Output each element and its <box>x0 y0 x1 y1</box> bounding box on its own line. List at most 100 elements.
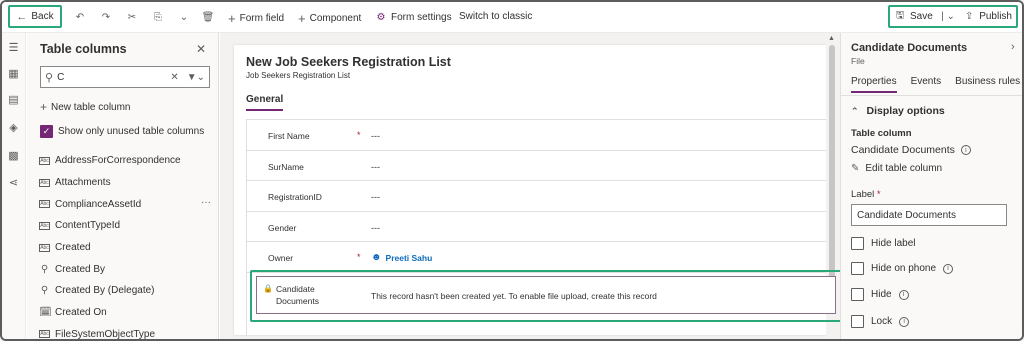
close-icon[interactable]: ✕ <box>196 42 206 56</box>
label-input[interactable]: Candidate Documents <box>851 204 1007 226</box>
column-label: ComplianceAssetId <box>55 198 142 210</box>
left-rail: ☰ ▦ ▤ ◈ ▩ ⋖ <box>2 33 26 339</box>
tab-properties[interactable]: Properties <box>851 76 897 93</box>
owner-value[interactable]: ☻ Preeti Sahu <box>371 252 432 263</box>
candidate-label: 🔒 Candidate Documents <box>263 283 319 307</box>
checkmark-icon: ✓ <box>40 125 53 138</box>
field-candidate-documents[interactable]: 🔒 Candidate Documents This record hasn't… <box>256 276 836 314</box>
list-item[interactable]: Abc AddressForCorrespondence <box>39 150 215 172</box>
hide-label-checkbox[interactable]: Hide label <box>851 237 915 250</box>
field-first-name[interactable]: First Name * --- <box>247 120 827 151</box>
save-icon: 🖫 <box>895 10 905 21</box>
info-icon[interactable]: i <box>899 316 910 327</box>
label-line-1: Candidate <box>275 284 315 294</box>
chevron-right-icon[interactable]: › <box>1011 41 1015 53</box>
switch-classic-button[interactable]: Switch to classic <box>459 11 532 22</box>
publish-button[interactable]: ⇪ Publish <box>963 11 1012 23</box>
scrollbar-thumb[interactable] <box>829 45 835 288</box>
app-window: ← Back ↶ ↷ ✂ ⎘ ⌄ 🗑 + Form field + Compon… <box>0 0 1024 341</box>
text-field-icon: Abc <box>39 178 50 187</box>
paste-button[interactable]: ⎘ <box>152 11 164 23</box>
scroll-up-icon[interactable]: ▲ <box>828 35 835 42</box>
cut-button[interactable]: ✂ <box>126 11 138 23</box>
paste-dropdown[interactable]: ⌄ <box>178 11 190 23</box>
list-item[interactable]: 🗓 Created On <box>39 302 215 324</box>
command-bar: ← Back ↶ ↷ ✂ ⎘ ⌄ 🗑 + Form field + Compon… <box>2 2 1022 33</box>
text-field-icon: Abc <box>39 243 50 252</box>
arrow-left-icon: ← <box>16 10 28 23</box>
back-button[interactable]: ← Back <box>8 5 62 28</box>
edit-table-column-link[interactable]: ✎ Edit table column <box>851 163 942 174</box>
plus-icon: + <box>228 11 236 26</box>
lookup-icon: ⚲ <box>40 285 49 297</box>
upload-message: This record hasn't been created yet. To … <box>371 291 657 301</box>
text-field-icon: Abc <box>39 221 50 230</box>
form-libraries-icon[interactable]: ▩ <box>7 149 20 162</box>
column-label: Created By (Delegate) <box>55 285 155 297</box>
publish-icon: ⇪ <box>964 11 974 22</box>
form-field-button[interactable]: + Form field <box>228 11 284 26</box>
field-surname[interactable]: SurName --- <box>247 151 827 181</box>
field-gender[interactable]: Gender --- <box>247 212 827 242</box>
checkbox-label: Hide <box>871 289 892 300</box>
field-value: --- <box>371 192 380 202</box>
checkbox-box <box>851 262 864 275</box>
checkbox-label: Hide on phone <box>871 263 937 274</box>
paste-icon: ⎘ <box>154 11 162 23</box>
lock-checkbox[interactable]: Lock i <box>851 315 910 328</box>
field-registration-id[interactable]: RegistrationID --- <box>247 181 827 212</box>
undo-button[interactable]: ↶ <box>74 11 86 23</box>
list-item[interactable]: Abc FileSystemObjectType <box>39 324 215 339</box>
display-options-header[interactable]: ⌃ Display options <box>851 105 945 117</box>
search-icon: ⚲ <box>45 71 54 84</box>
label-caption: Label * <box>851 189 881 200</box>
panel-title: Table columns <box>40 42 127 56</box>
tab-events[interactable]: Events <box>911 76 942 93</box>
save-button[interactable]: 🖫 Save <box>894 10 933 23</box>
hide-checkbox[interactable]: Hide i <box>851 288 909 301</box>
components-icon[interactable]: ▦ <box>7 67 20 80</box>
info-icon[interactable]: i <box>960 145 971 155</box>
info-icon[interactable]: i <box>898 289 909 300</box>
new-table-column-button[interactable]: + New table column <box>40 100 131 114</box>
table-columns-icon[interactable]: ▤ <box>7 93 20 106</box>
more-options-icon[interactable]: ··· <box>201 197 211 208</box>
list-item[interactable]: ⚲ Created By <box>39 258 215 280</box>
tab-general[interactable]: General <box>246 94 284 111</box>
list-item[interactable]: Abc ContentTypeId <box>39 215 215 237</box>
field-owner[interactable]: Owner * ☻ Preeti Sahu <box>247 242 827 273</box>
field-value: --- <box>371 161 380 172</box>
layers-icon[interactable]: ◈ <box>7 121 20 134</box>
back-label: Back <box>31 11 54 22</box>
component-button[interactable]: + Component <box>298 11 361 26</box>
filter-icon[interactable]: ▼⌄ <box>187 72 205 83</box>
delete-button[interactable]: 🗑 <box>202 11 215 23</box>
required-marker: * <box>876 189 881 200</box>
table-column-caption: Table column <box>851 128 912 139</box>
properties-title: Candidate Documents <box>851 42 968 54</box>
candidate-documents-highlight: 🔒 Candidate Documents This record hasn't… <box>250 270 842 322</box>
tree-view-icon[interactable]: ⋖ <box>7 176 20 189</box>
tab-business-rules[interactable]: Business rules <box>955 76 1020 93</box>
display-options-label: Display options <box>866 105 945 117</box>
save-dropdown[interactable]: | ⌄ <box>941 11 955 22</box>
info-icon[interactable]: i <box>943 263 954 274</box>
column-label: Attachments <box>55 177 111 189</box>
redo-button[interactable]: ↷ <box>100 11 112 23</box>
menu-icon[interactable]: ☰ <box>7 41 20 54</box>
column-search-input[interactable]: ⚲ C ✕ ▼⌄ <box>40 66 210 88</box>
list-item[interactable]: Abc Attachments <box>39 172 215 194</box>
list-item[interactable]: ⚲ Created By (Delegate) <box>39 280 215 302</box>
only-unused-checkbox[interactable]: ✓ Show only unused table columns <box>40 125 204 138</box>
field-value: --- <box>371 222 380 233</box>
list-item[interactable]: Abc Created <box>39 237 215 259</box>
clear-icon[interactable]: ✕ <box>170 72 178 83</box>
lookup-icon: ⚲ <box>40 263 49 275</box>
list-item[interactable]: Abc ComplianceAssetId ··· <box>39 193 215 215</box>
form-settings-button[interactable]: ⚙ Form settings <box>375 11 452 23</box>
switch-classic-label: Switch to classic <box>459 11 533 22</box>
redo-icon: ↷ <box>101 11 111 23</box>
settings-doc-icon: ⚙ <box>376 11 386 23</box>
hide-on-phone-checkbox[interactable]: Hide on phone i <box>851 262 954 275</box>
column-label: Created By <box>55 263 106 275</box>
